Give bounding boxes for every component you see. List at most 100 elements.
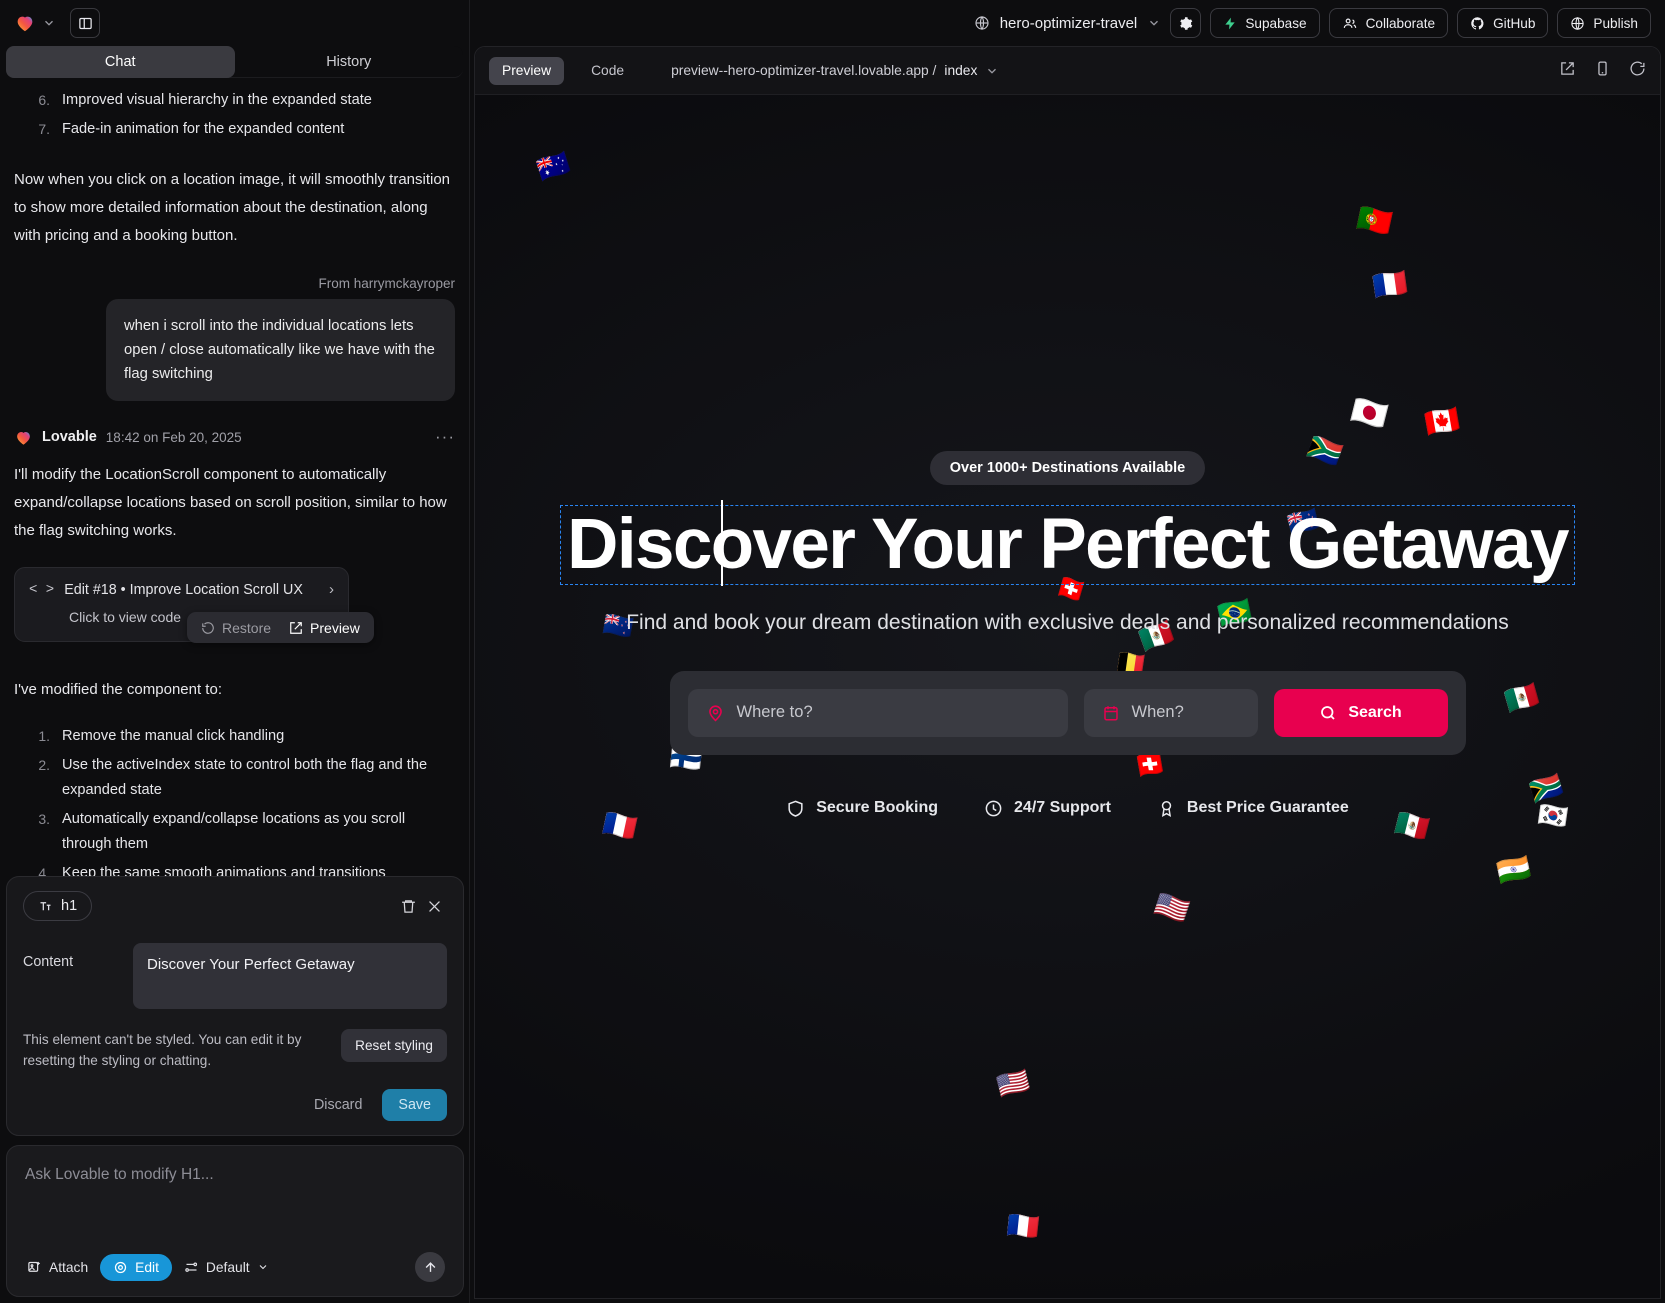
hero-preview[interactable]: 🇦🇺🇵🇹🇫🇷🇯🇵🇨🇦🇿🇦🇳🇿🇨🇭🇧🇷🇳🇿🇲🇽🇧🇪🇲🇽🇫🇮🇨🇭🇫🇷🇿🇦🇲🇽🇰🇷🇮🇳… — [475, 95, 1660, 1298]
tab-preview[interactable]: Preview — [489, 57, 564, 85]
trust-support: 24/7 Support — [984, 799, 1111, 818]
destinations-badge: Over 1000+ Destinations Available — [930, 451, 1205, 485]
url-bar[interactable]: preview--hero-optimizer-travel.lovable.a… — [671, 63, 999, 78]
element-editor-header: h1 — [23, 891, 447, 921]
trust-label: 24/7 Support — [1014, 799, 1111, 817]
element-tag-pill[interactable]: h1 — [23, 891, 92, 921]
reset-styling-button[interactable]: Reset styling — [341, 1029, 447, 1062]
heart-avatar-icon — [14, 428, 33, 447]
mode-select-button[interactable]: Default — [182, 1255, 271, 1280]
search-bar: Where to? When? Search — [670, 671, 1466, 755]
message-more-button[interactable]: ··· — [435, 427, 455, 447]
date-input[interactable]: When? — [1084, 689, 1258, 737]
list-text: Fade-in animation for the expanded conte… — [62, 117, 455, 142]
tab-code[interactable]: Code — [578, 57, 637, 85]
external-link-icon — [289, 621, 303, 635]
search-label: Search — [1348, 704, 1401, 722]
content-field-label: Content — [23, 943, 119, 970]
trust-label: Best Price Guarantee — [1187, 799, 1349, 817]
preview-shell: Preview Code preview--hero-optimizer-tra… — [474, 46, 1661, 1299]
list-number: 3. — [34, 807, 50, 857]
project-name-label: hero-optimizer-travel — [1000, 15, 1138, 32]
heart-logo-icon — [14, 12, 36, 34]
save-button[interactable]: Save — [382, 1089, 447, 1121]
sliders-icon — [184, 1260, 199, 1275]
element-editor-panel: h1 Content This eleme — [6, 876, 464, 1136]
date-placeholder: When? — [1132, 703, 1184, 722]
publish-button[interactable]: Publish — [1557, 8, 1651, 38]
chevron-down-icon — [985, 64, 999, 78]
attach-button[interactable]: Attach — [25, 1255, 90, 1280]
globe-icon — [974, 15, 990, 31]
flag-emoji: 🇫🇷 — [1371, 269, 1409, 302]
open-external-button[interactable] — [1559, 60, 1576, 82]
header-actions: Supabase Collaborate GitHub — [1170, 8, 1651, 38]
tab-history[interactable]: History — [235, 46, 464, 78]
composer-toolbar: Attach Edit Default — [25, 1252, 445, 1282]
url-page: index — [944, 63, 977, 78]
mobile-view-button[interactable] — [1594, 60, 1611, 82]
mode-label: Default — [206, 1260, 250, 1275]
toggle-sidebar-button[interactable] — [70, 8, 100, 38]
preview-toolbar-actions — [1559, 60, 1646, 82]
edit-mode-button[interactable]: Edit — [100, 1254, 172, 1281]
supabase-label: Supabase — [1245, 16, 1306, 31]
styling-note: This element can't be styled. You can ed… — [23, 1029, 329, 1071]
list-item: 7. Fade-in animation for the expanded co… — [14, 115, 455, 144]
destination-placeholder: Where to? — [737, 703, 813, 722]
globe-icon — [1570, 16, 1585, 31]
edit-card-row: < > Edit #18 • Improve Location Scroll U… — [29, 581, 334, 598]
flag-emoji: 🇯🇵 — [1348, 396, 1390, 433]
restore-button[interactable]: Restore — [201, 620, 271, 636]
delete-element-button[interactable] — [395, 893, 421, 919]
image-attach-icon — [27, 1260, 42, 1275]
close-editor-button[interactable] — [421, 893, 447, 919]
edit-card-title: Edit #18 • Improve Location Scroll UX — [64, 582, 319, 598]
selected-element-outline[interactable]: Discover Your Perfect Getaway — [560, 505, 1575, 585]
trash-icon — [400, 898, 417, 915]
restore-label: Restore — [222, 620, 271, 636]
preview-label: Preview — [310, 620, 360, 636]
reload-button[interactable] — [1629, 60, 1646, 82]
tab-chat[interactable]: Chat — [6, 46, 235, 78]
list-item: 1. Remove the manual click handling — [14, 722, 455, 751]
search-icon — [1319, 704, 1337, 722]
chat-composer: Ask Lovable to modify H1... Attach Edit — [6, 1145, 464, 1297]
page-title[interactable]: Discover Your Perfect Getaway — [567, 508, 1568, 582]
chevron-right-icon[interactable]: › — [329, 581, 334, 598]
trust-label: Secure Booking — [816, 799, 938, 817]
search-button[interactable]: Search — [1274, 689, 1448, 737]
flag-emoji: 🇵🇹 — [1354, 204, 1394, 239]
composer-input[interactable]: Ask Lovable to modify H1... — [25, 1166, 445, 1184]
list-number: 6. — [34, 88, 50, 113]
flag-emoji: 🇺🇸 — [1152, 890, 1192, 926]
preview-button[interactable]: Preview — [289, 620, 360, 636]
assistant-name: Lovable — [42, 429, 97, 445]
lovable-logo-button[interactable] — [14, 12, 56, 34]
list-item: 2. Use the activeIndex state to control … — [14, 751, 455, 805]
left-panel-header — [0, 0, 469, 46]
clock-icon — [984, 799, 1003, 818]
project-selector[interactable]: hero-optimizer-travel — [974, 15, 1162, 32]
app-root: Chat History 6. Improved visual hierarch… — [0, 0, 1665, 1303]
supabase-button[interactable]: Supabase — [1210, 8, 1319, 38]
panel-layout-icon — [78, 16, 93, 31]
flag-emoji: 🇮🇳 — [1495, 854, 1534, 887]
edit-code-card[interactable]: < > Edit #18 • Improve Location Scroll U… — [14, 567, 349, 642]
collaborate-label: Collaborate — [1366, 16, 1436, 31]
send-message-button[interactable] — [415, 1252, 445, 1282]
list-item: 6. Improved visual hierarchy in the expa… — [14, 86, 455, 115]
people-icon — [1342, 16, 1358, 31]
discard-button[interactable]: Discard — [304, 1090, 372, 1120]
github-button[interactable]: GitHub — [1457, 8, 1548, 38]
settings-button[interactable] — [1170, 8, 1201, 38]
url-text: preview--hero-optimizer-travel.lovable.a… — [671, 63, 936, 78]
chat-history-tabs: Chat History — [6, 46, 463, 78]
target-edit-icon — [113, 1260, 128, 1275]
content-input[interactable] — [133, 943, 447, 1009]
destination-input[interactable]: Where to? — [688, 689, 1068, 737]
collaborate-button[interactable]: Collaborate — [1329, 8, 1449, 38]
github-label: GitHub — [1493, 16, 1535, 31]
assistant-message-header: Lovable 18:42 on Feb 20, 2025 ··· — [14, 427, 455, 447]
restore-preview-pill: Restore Preview — [187, 612, 374, 643]
